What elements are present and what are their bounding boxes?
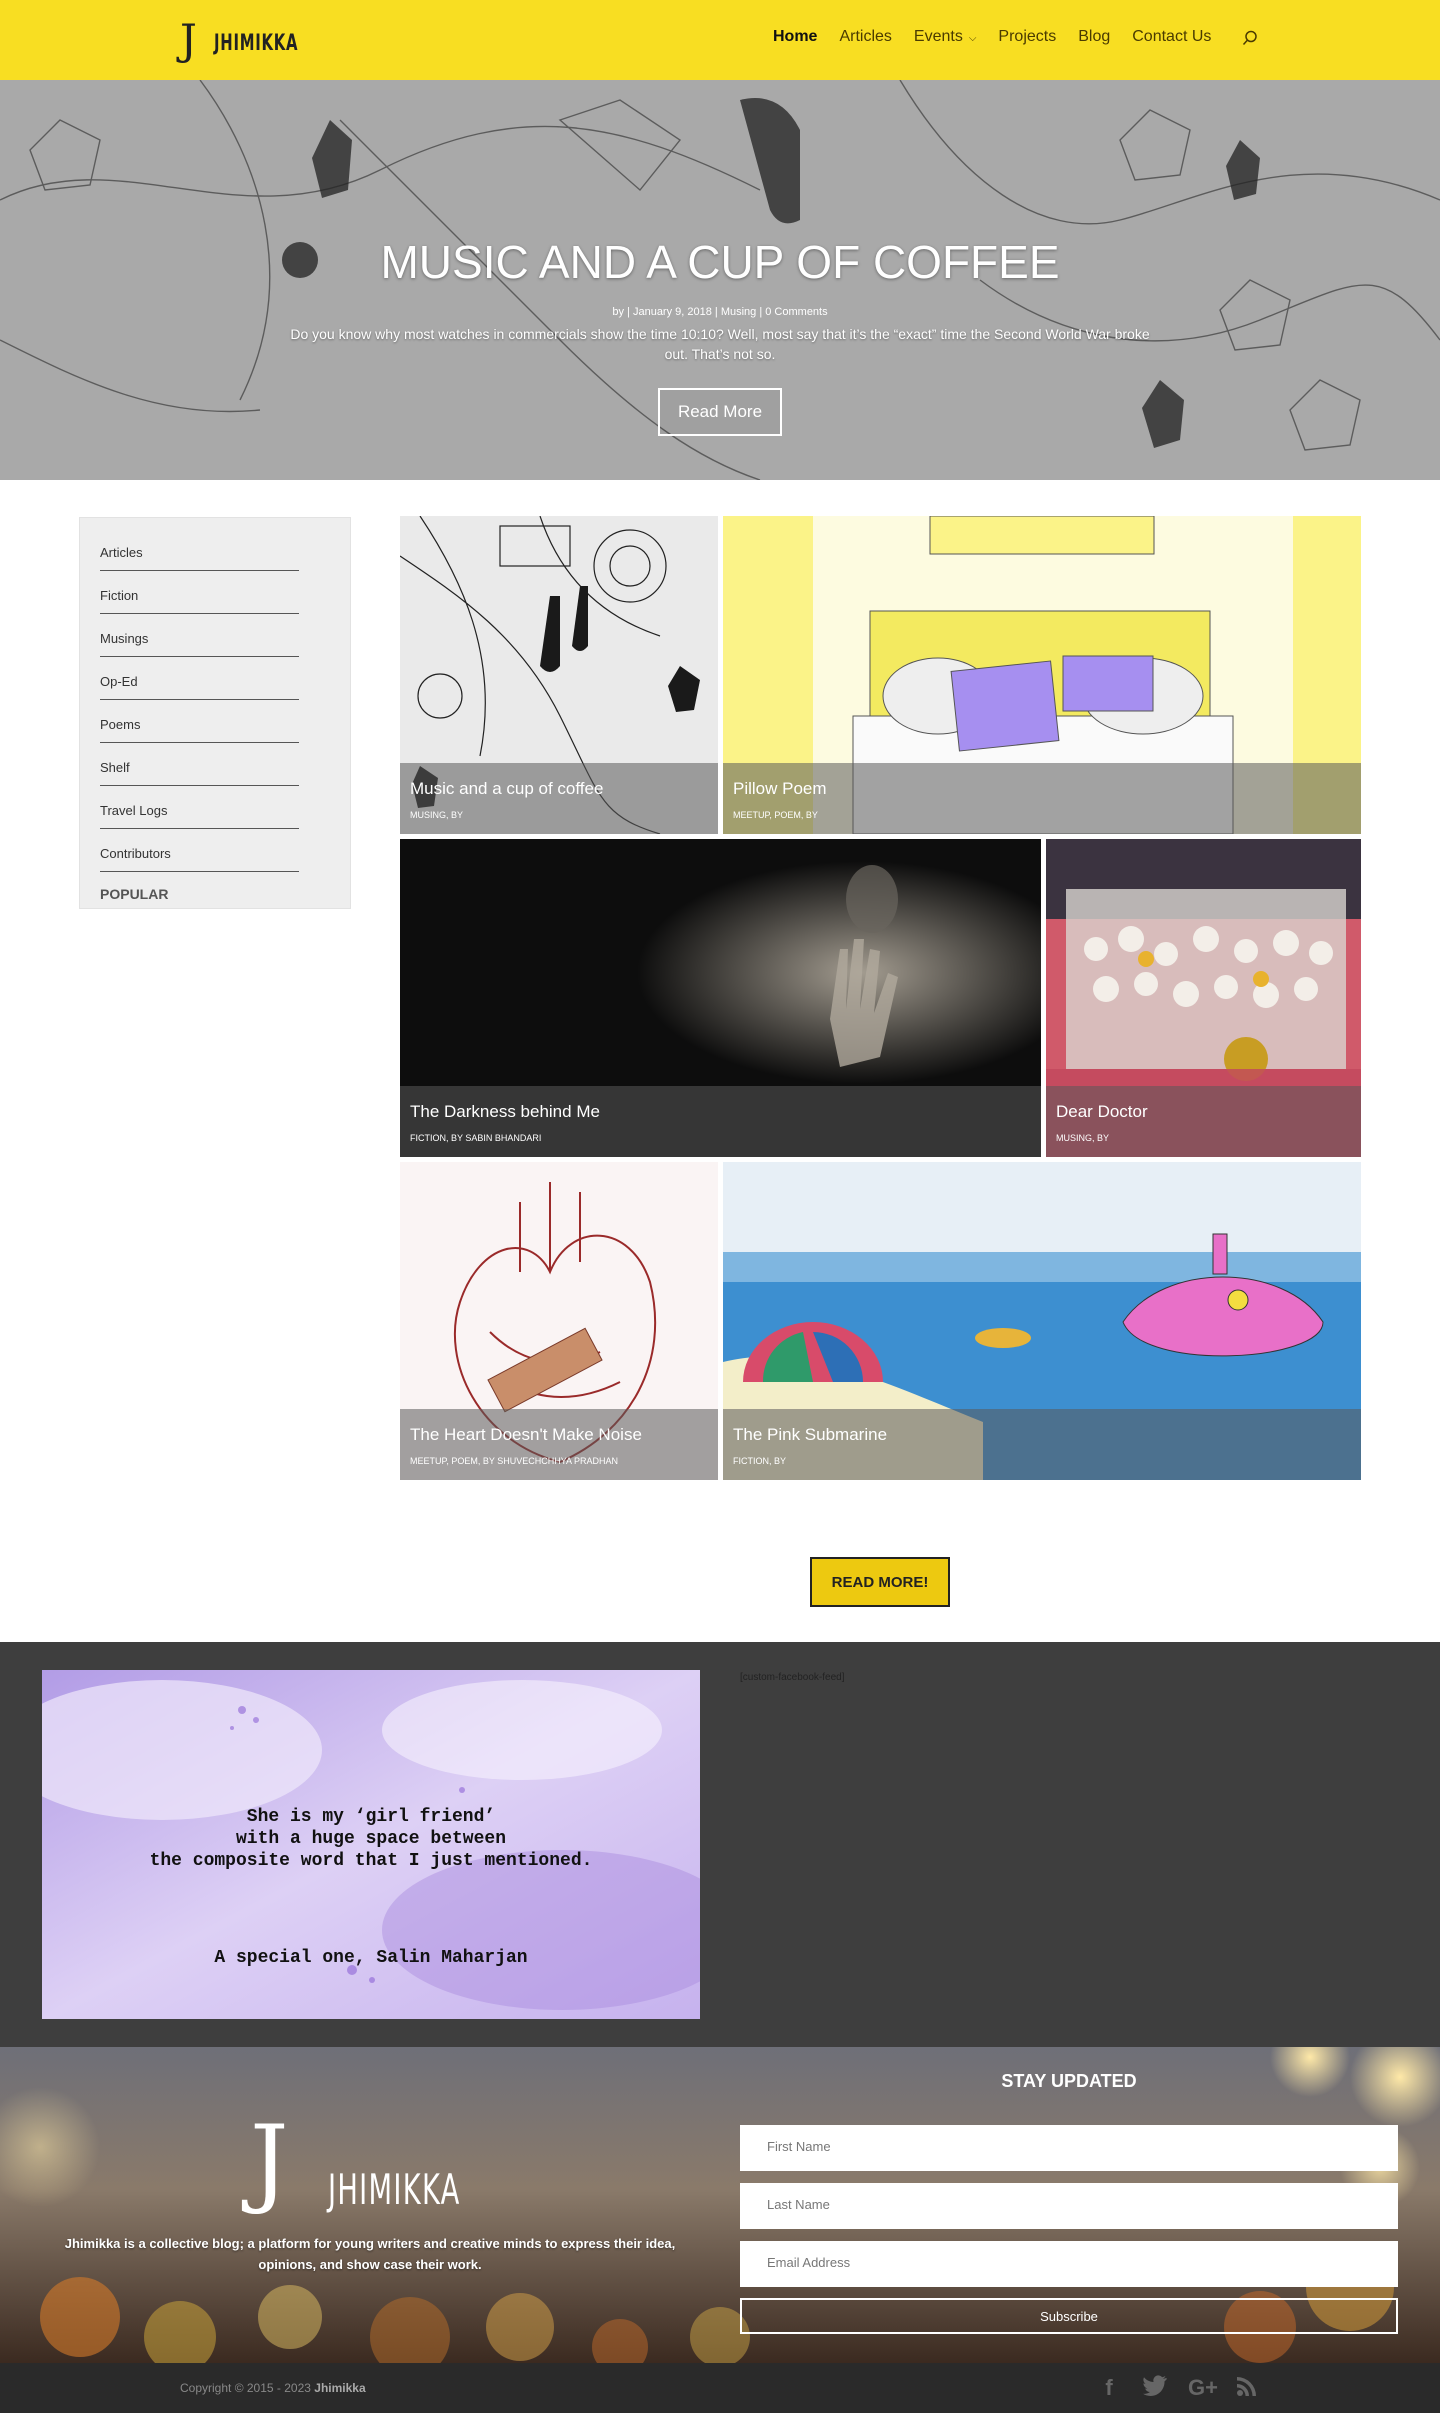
rss-icon[interactable] bbox=[1234, 2375, 1260, 2401]
nav-contact-us[interactable]: Contact Us bbox=[1132, 28, 1211, 46]
logo-mark: J bbox=[180, 15, 197, 64]
sidebar-item-shelf[interactable]: Shelf bbox=[100, 743, 299, 786]
sidebar-item-op-ed[interactable]: Op-Ed bbox=[100, 657, 299, 700]
quote-card: She is my ‘girl friend’ with a huge spac… bbox=[42, 1670, 700, 2019]
featured-quote-section: She is my ‘girl friend’ with a huge spac… bbox=[0, 1642, 1440, 2047]
quote-author: A special one, Salin Maharjan bbox=[214, 1948, 528, 1968]
footer-logo-mark: J bbox=[250, 2105, 289, 2217]
sidebar-item-label: Fiction bbox=[100, 588, 139, 603]
post-meta: FICTION, BY SABIN BHANDARI bbox=[410, 1133, 542, 1143]
post-meta: MUSING, BY bbox=[410, 810, 464, 820]
email-field[interactable]: Email Address bbox=[740, 2241, 1398, 2287]
sidebar-item-travel-logs[interactable]: Travel Logs bbox=[100, 786, 299, 829]
post-meta: FICTION, BY bbox=[733, 1456, 787, 1466]
hero-meta: by | January 9, 2018 | Musing | 0 Commen… bbox=[612, 306, 828, 318]
sidebar-item-label: Travel Logs bbox=[100, 803, 168, 818]
footer-logo-text: JHIMIKKA bbox=[328, 2165, 461, 2214]
sidebar-item-label: Poems bbox=[100, 717, 141, 732]
post-title[interactable]: The Darkness behind Me bbox=[410, 1102, 600, 1122]
quote-line: She is my ‘girl friend’ bbox=[246, 1807, 496, 1827]
facebook-icon[interactable]: f bbox=[1096, 2375, 1122, 2401]
hero-excerpt: Do you know why most watches in commerci… bbox=[290, 326, 1150, 362]
main-nav: Home Articles Events ⌵ Projects Blog Cont… bbox=[773, 28, 1233, 46]
sidebar-item-label: Op-Ed bbox=[100, 674, 138, 689]
stay-updated-heading: STAY UPDATED bbox=[1001, 2071, 1137, 2091]
copyright-prefix: Copyright © 2015 - 2023 bbox=[180, 2381, 315, 2395]
sidebar-item-contributors[interactable]: Contributors bbox=[100, 829, 299, 872]
sidebar-item-label: Contributors bbox=[100, 846, 171, 861]
quote-line: the composite word that I just mentioned… bbox=[149, 1851, 593, 1871]
sidebar-item-label: Musings bbox=[100, 631, 149, 646]
nav-articles[interactable]: Articles bbox=[839, 28, 891, 46]
nav-projects[interactable]: Projects bbox=[998, 28, 1056, 46]
sidebar-item-label: Articles bbox=[100, 545, 143, 560]
sidebar-item-fiction[interactable]: Fiction bbox=[100, 571, 299, 614]
first-name-field[interactable]: First Name bbox=[740, 2125, 1398, 2171]
post-card[interactable]: The Darkness behind Me FICTION, BY SABIN… bbox=[400, 839, 1041, 1157]
post-title[interactable]: Music and a cup of coffee bbox=[410, 779, 603, 799]
read-more-button[interactable]: READ MORE! bbox=[810, 1557, 950, 1607]
post-title[interactable]: The Heart Doesn't Make Noise bbox=[410, 1425, 642, 1445]
nav-home[interactable]: Home bbox=[773, 28, 817, 46]
sidebar-item-poems[interactable]: Poems bbox=[100, 700, 299, 743]
post-card[interactable]: The Heart Doesn't Make Noise MEETUP, POE… bbox=[400, 1162, 718, 1480]
search-icon[interactable] bbox=[1242, 30, 1258, 46]
post-card[interactable]: Pillow Poem MEETUP, POEM, BY bbox=[723, 516, 1361, 834]
footer-newsletter: J JHIMIKKA Jhimikka is a collective blog… bbox=[0, 2047, 1440, 2363]
sidebar-item-label: Shelf bbox=[100, 760, 130, 775]
post-meta: MUSING, BY bbox=[1056, 1133, 1110, 1143]
nav-blog[interactable]: Blog bbox=[1078, 28, 1110, 46]
hero-banner: MUSIC AND A CUP OF COFFEE by | January 9… bbox=[0, 80, 1440, 480]
footer-bottom-bar: Copyright © 2015 - 2023 Jhimikka f G+ bbox=[0, 2363, 1440, 2413]
site-header: J JHIMIKKA Home Articles Events ⌵ Project… bbox=[0, 0, 1440, 80]
category-sidebar: Articles Fiction Musings Op-Ed Poems She… bbox=[79, 517, 351, 909]
post-meta: MEETUP, POEM, BY SHUVECHCHHYA PRADHAN bbox=[410, 1456, 619, 1466]
logo-text: JHIMIKKA bbox=[214, 31, 299, 56]
post-card[interactable]: The Pink Submarine FICTION, BY bbox=[723, 1162, 1361, 1480]
hero-read-more-button[interactable]: Read More bbox=[658, 388, 782, 436]
sidebar-item-articles[interactable]: Articles bbox=[100, 528, 299, 571]
post-card[interactable]: Music and a cup of coffee MUSING, BY bbox=[400, 516, 718, 834]
post-title[interactable]: Pillow Poem bbox=[733, 779, 827, 799]
post-title[interactable]: Dear Doctor bbox=[1056, 1102, 1148, 1122]
site-logo[interactable]: J JHIMIKKA bbox=[180, 15, 298, 64]
chevron-down-icon: ⌵ bbox=[968, 33, 977, 44]
popular-heading: POPULAR bbox=[100, 886, 169, 902]
post-meta: MEETUP, POEM, BY bbox=[733, 810, 818, 820]
copyright-text: Copyright © 2015 - 2023 Jhimikka bbox=[180, 2381, 366, 2395]
footer-logo[interactable]: J JHIMIKKA bbox=[250, 2111, 490, 2217]
copyright-brand-link[interactable]: Jhimikka bbox=[314, 2381, 365, 2395]
nav-events-label: Events bbox=[913, 28, 963, 45]
post-card[interactable]: Dear Doctor MUSING, BY bbox=[1046, 839, 1361, 1157]
post-title[interactable]: The Pink Submarine bbox=[733, 1425, 887, 1445]
nav-events[interactable]: Events ⌵ bbox=[914, 28, 977, 46]
last-name-field[interactable]: Last Name bbox=[740, 2183, 1398, 2229]
social-links: f G+ bbox=[1096, 2375, 1260, 2401]
twitter-icon[interactable] bbox=[1142, 2375, 1168, 2401]
sidebar-item-musings[interactable]: Musings bbox=[100, 614, 299, 657]
quote-text: She is my ‘girl friend’ with a huge spac… bbox=[42, 1806, 700, 1872]
footer-description: Jhimikka is a collective blog; a platfor… bbox=[64, 2236, 676, 2272]
google-plus-icon[interactable]: G+ bbox=[1188, 2375, 1218, 2401]
hero-title[interactable]: MUSIC AND A CUP OF COFFEE bbox=[0, 235, 1440, 289]
facebook-feed-shortcode: [custom-facebook-feed] bbox=[740, 1672, 845, 1683]
subscribe-button[interactable]: Subscribe bbox=[740, 2298, 1398, 2334]
quote-line: with a huge space between bbox=[235, 1829, 507, 1849]
